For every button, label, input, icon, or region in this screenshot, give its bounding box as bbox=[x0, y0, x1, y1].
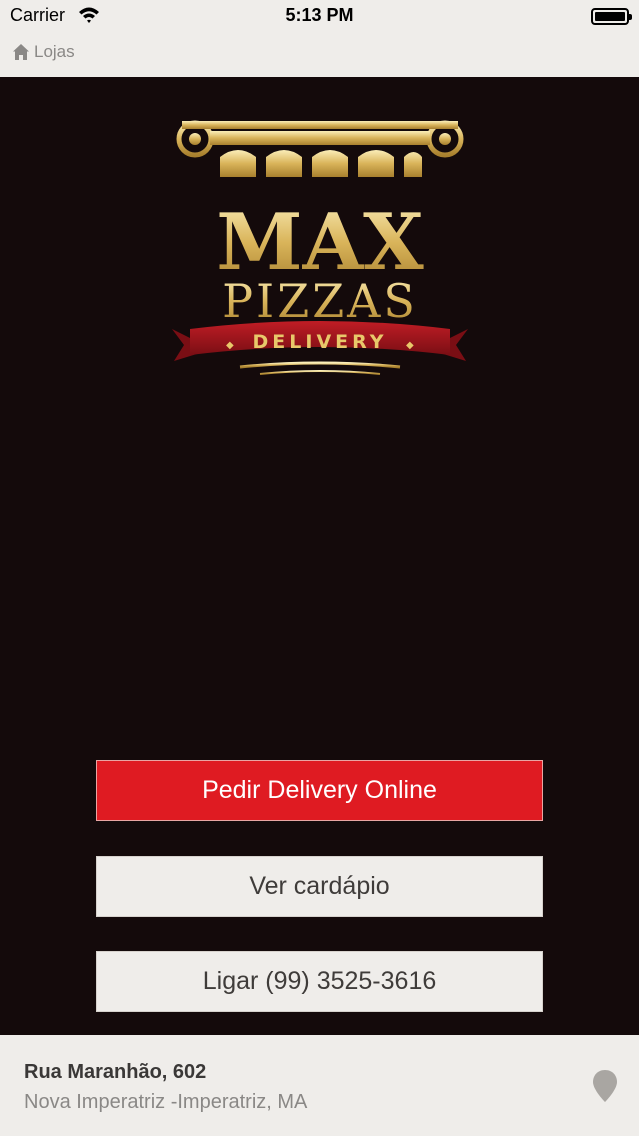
address-footer: Rua Maranhão, 602 Nova Imperatriz -Imper… bbox=[0, 1035, 639, 1136]
max-pizzas-logo: MAX PIZZAS DELIVERY ◆ ◆ bbox=[172, 120, 468, 375]
back-to-stores-link[interactable]: Lojas bbox=[12, 42, 75, 62]
store-main-panel: MAX PIZZAS DELIVERY ◆ ◆ Pedir Delivery O… bbox=[0, 77, 639, 1035]
order-delivery-online-button[interactable]: Pedir Delivery Online bbox=[96, 760, 543, 821]
logo-tagline: DELIVERY bbox=[253, 331, 388, 353]
home-icon bbox=[13, 44, 29, 60]
back-link-label: Lojas bbox=[34, 42, 75, 61]
view-menu-button[interactable]: Ver cardápio bbox=[96, 856, 543, 917]
svg-text:◆: ◆ bbox=[226, 340, 234, 351]
svg-text:◆: ◆ bbox=[406, 340, 414, 351]
call-store-button[interactable]: Ligar (99) 3525-3616 bbox=[96, 951, 543, 1012]
column-capital-icon bbox=[176, 120, 464, 177]
store-city: Nova Imperatriz -Imperatriz, MA bbox=[24, 1091, 308, 1113]
status-bar: Carrier 5:13 PM bbox=[0, 0, 639, 32]
battery-icon bbox=[591, 8, 632, 25]
map-pin-icon[interactable] bbox=[592, 1069, 618, 1103]
store-street-address: Rua Maranhão, 602 bbox=[24, 1061, 207, 1083]
clock: 5:13 PM bbox=[285, 5, 354, 25]
navigation-bar: Lojas bbox=[0, 32, 639, 77]
logo-word-pizzas: PIZZAS bbox=[222, 274, 418, 328]
